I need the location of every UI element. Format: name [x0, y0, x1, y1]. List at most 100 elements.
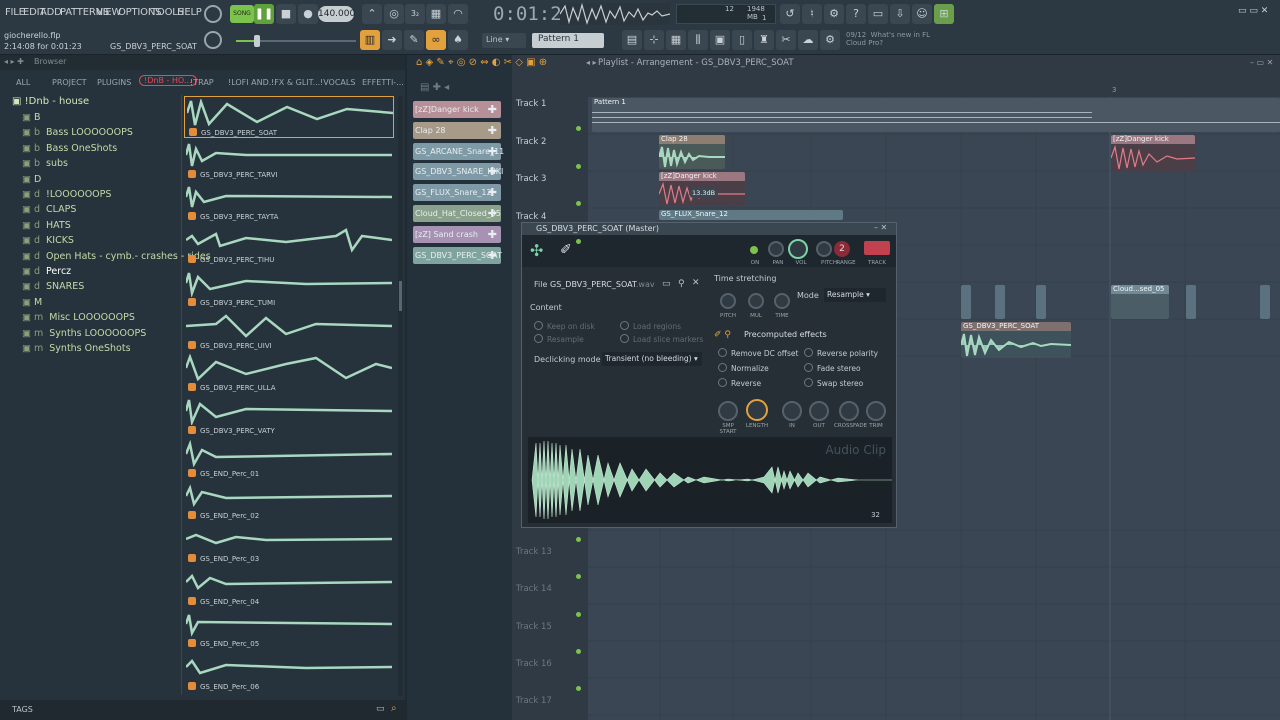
clip-cloud-hat-2[interactable] — [995, 285, 1005, 319]
browser-root[interactable]: ▣ !Dnb - house — [12, 96, 89, 107]
pitch-knob[interactable] — [816, 241, 832, 257]
volume-knob[interactable] — [788, 239, 808, 259]
channel-rack-toolbar[interactable]: ▤ ✚ ◂ — [420, 82, 449, 93]
clip-danger-kick-2[interactable]: [zZ]Danger kick — [1111, 135, 1195, 172]
loop-record-icon[interactable]: ◠ — [448, 4, 468, 24]
channel-button[interactable]: GS_DBV3_PERC_SOAT ✚ — [413, 246, 502, 264]
wrench-icon[interactable]: ✐ — [560, 242, 572, 258]
tree-item[interactable]: ▣ b Bass OneShots — [22, 143, 117, 154]
sample-item[interactable]: GS_END_Perc_04 — [184, 566, 394, 608]
pencil-icon[interactable]: ✎ — [404, 30, 424, 50]
undo-icon[interactable]: ↺ — [780, 4, 800, 24]
sample-start-knob[interactable] — [718, 401, 738, 421]
tree-item[interactable]: ▣ d KICKS — [22, 235, 74, 246]
sample-item[interactable]: GS_END_Perc_06 — [184, 651, 394, 693]
cloud-icon[interactable]: ☁ — [798, 30, 818, 50]
sample-item[interactable]: GS_DBV3_PERC_TUMI — [184, 267, 394, 309]
menu-add[interactable]: ADD — [40, 7, 62, 18]
keep-on-disk-checkbox[interactable]: Keep on disk — [534, 321, 595, 331]
channel-button[interactable]: GS_DBV3_SNARE_INKI ✚ — [413, 163, 503, 181]
news-panel[interactable]: 09/12 What's new in FL Cloud Pro? — [846, 31, 930, 47]
track-mute-led[interactable] — [576, 611, 581, 617]
plugin-icon[interactable]: ⊞ — [934, 4, 954, 24]
track-label[interactable]: Track 1 — [516, 99, 584, 109]
sample-item[interactable]: GS_DBV3_PERC_TAYTA — [184, 181, 394, 223]
playlist-window-controls[interactable]: – ▭ ✕ — [1250, 58, 1273, 67]
menu-file[interactable]: FILE — [5, 7, 25, 18]
browser-tab-2[interactable]: PLUGINS — [97, 78, 131, 87]
track-label[interactable]: Track 15 — [516, 622, 584, 632]
track-label[interactable]: Track 3 — [516, 174, 584, 184]
channel-button[interactable]: Cloud_Hat_Closed_05 ✚ — [413, 205, 501, 222]
track-mute-led[interactable] — [576, 201, 581, 206]
normalize-checkbox[interactable]: Normalize — [718, 363, 769, 373]
clip-cloud-hat-1[interactable] — [961, 285, 971, 319]
master-knob[interactable] — [204, 5, 222, 23]
metronome-icon[interactable]: ⌃ — [362, 4, 382, 24]
channel-add-icon[interactable]: ✚ — [488, 124, 497, 137]
reverse-polarity-checkbox[interactable]: Reverse polarity — [804, 348, 878, 358]
trim-knob[interactable] — [866, 401, 886, 421]
master-pitch-knob[interactable] — [204, 31, 222, 49]
sampler-waveform-view[interactable]: Audio Clip 32 — [528, 437, 892, 523]
window-controls[interactable]: ▭ ▭ ✕ — [1238, 6, 1268, 16]
ts-time-knob[interactable] — [774, 293, 790, 309]
channel-button[interactable]: Clap 28 ✚ — [413, 121, 501, 139]
clip-cloud-hat-4[interactable]: Cloud...sed_05 — [1111, 285, 1169, 319]
waveform-tab-icon[interactable]: ✣ — [530, 241, 543, 260]
tree-item[interactable]: ▣ d Open Hats - cymb.- crashes - rides — [22, 251, 211, 262]
channel-button[interactable]: GS_ARCANE_Snare_11 ✚ — [413, 142, 504, 160]
remove-dc-checkbox[interactable]: Remove DC offset — [718, 348, 798, 358]
folder-icon[interactable]: ▭ — [376, 704, 385, 714]
channel-button[interactable]: [zZ]Danger kick ✚ — [413, 101, 501, 118]
sample-item[interactable]: GS_DBV3_PERC_UIVI — [184, 310, 394, 352]
tools-icon[interactable]: ✂ — [776, 30, 796, 50]
save-icon[interactable]: ▭ — [868, 4, 888, 24]
tree-item[interactable]: ▣ d Percz — [22, 266, 71, 277]
snap-select[interactable]: Line ▾ — [482, 33, 526, 48]
menu-help[interactable]: HELP — [177, 7, 202, 18]
fade-stereo-checkbox[interactable]: Fade stereo — [804, 363, 861, 373]
gear-icon[interactable]: ⚙ — [820, 30, 840, 50]
out-knob[interactable] — [809, 401, 829, 421]
chat-icon[interactable]: ☺ — [912, 4, 932, 24]
channel-add-icon[interactable]: ✚ — [488, 145, 497, 158]
arrow-right-icon[interactable]: ➜ — [382, 30, 402, 50]
sample-item[interactable]: GS_END_Perc_02 — [184, 480, 394, 522]
track-mute-led[interactable] — [576, 163, 581, 169]
browser-tab-7[interactable]: !VOCALS — [320, 78, 355, 87]
track-label[interactable]: Track 4 — [516, 212, 584, 222]
clip-flux-snare[interactable]: GS_FLUX_Snare_12 — [659, 210, 843, 220]
browser-scrollbar[interactable] — [398, 96, 403, 696]
export-icon[interactable]: ⇩ — [890, 4, 910, 24]
track-label[interactable]: Track 14 — [516, 584, 584, 594]
song-mode-toggle[interactable]: SONG — [230, 5, 254, 23]
sample-item[interactable]: GS_DBV3_PERC_SOAT — [184, 96, 394, 138]
load-slice-markers-checkbox[interactable]: Load slice markers — [620, 334, 703, 344]
channel-button[interactable]: [zZ] Sand crash ✚ — [413, 225, 501, 243]
search-icon[interactable]: ⌕ — [391, 703, 397, 714]
ts-mul-knob[interactable] — [748, 293, 764, 309]
track-mute-led[interactable] — [576, 238, 581, 244]
track-label[interactable]: Track 17 — [516, 696, 584, 706]
tree-item[interactable]: ▣ m Misc LOOOOOOPS — [22, 312, 135, 323]
mode-select[interactable]: Resample ▾ — [824, 288, 886, 302]
sampler-window-controls[interactable]: – ✕ — [874, 223, 887, 232]
sample-item[interactable]: GS_END_Perc_05 — [184, 608, 394, 650]
channel-add-icon[interactable]: ✚ — [488, 207, 497, 220]
mic-icon[interactable]: ♮ — [802, 4, 822, 24]
channel-add-icon[interactable]: ✚ — [488, 165, 497, 178]
sample-item[interactable]: GS_DBV3_PERC_TARVI — [184, 139, 394, 181]
clip-pattern-1[interactable]: Pattern 1 — [592, 98, 1280, 132]
play-button[interactable]: ❚❚ — [254, 4, 274, 24]
load-regions-checkbox[interactable]: Load regions — [620, 321, 681, 331]
pan-knob[interactable] — [768, 241, 784, 257]
clip-cloud-hat-6[interactable] — [1260, 285, 1270, 319]
sample-item[interactable]: GS_DBV3_PERC_VATY — [184, 395, 394, 437]
file-icon[interactable]: ▯ — [732, 30, 752, 50]
tree-item[interactable]: ▣ d SNARES — [22, 281, 84, 292]
stop-button[interactable]: ■ — [276, 4, 296, 24]
pattern-select[interactable]: Pattern 1 — [532, 33, 604, 48]
track-selector[interactable] — [864, 241, 890, 255]
tree-item[interactable]: ▣ b Bass LOOOOOOPS — [22, 127, 133, 138]
